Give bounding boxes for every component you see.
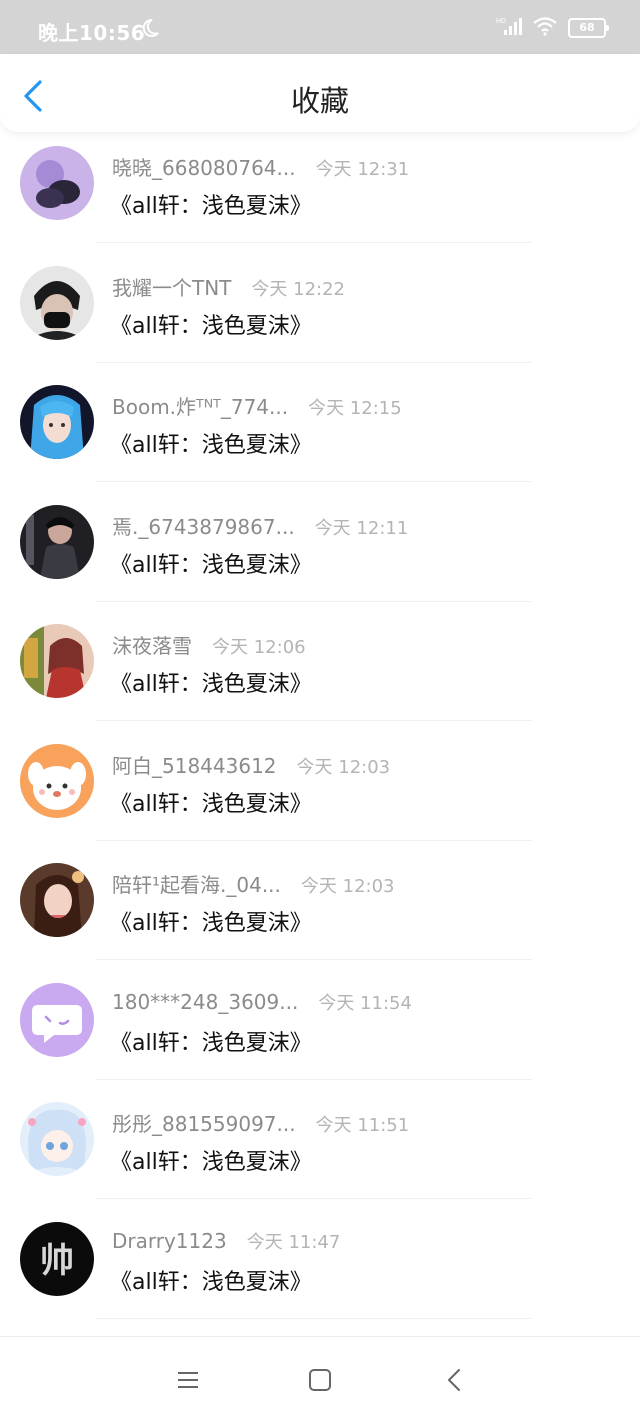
username[interactable]: 晓晓_668080764... (112, 152, 296, 181)
username[interactable]: 彤彤_881559097... (112, 1108, 296, 1137)
work-title[interactable]: 《all轩：浅色夏沫》 (110, 786, 312, 818)
list-item[interactable]: 彤彤_881559097... 今天 11:51 《all轩：浅色夏沫》 (0, 1088, 640, 1208)
timestamp: 今天 11:51 (315, 1115, 410, 1136)
moon-icon (140, 18, 160, 42)
list-item[interactable]: 阿白_518443612 今天 12:03 《all轩：浅色夏沫》 (0, 730, 640, 850)
divider (96, 1078, 532, 1080)
divider (96, 959, 532, 960)
avatar (20, 1102, 94, 1176)
username[interactable]: 180***248_3609... (112, 990, 298, 1014)
item-meta: 180***248_3609... 今天 11:54 (112, 989, 412, 1015)
page-title: 收藏 (290, 84, 349, 118)
item-meta: Boom.炸ᵀᴺᵀ_774... 今天 12:15 (112, 391, 402, 420)
list-item[interactable]: 晓晓_668080764... 今天 12:31 《all轩：浅色夏沫》 (0, 132, 640, 252)
divider (96, 361, 532, 363)
avatar (20, 863, 94, 937)
avatar (20, 385, 94, 459)
item-meta: 陪轩¹起看海._04... 今天 12:03 (112, 869, 395, 898)
divider (96, 242, 532, 243)
list-item[interactable]: 沫夜落雪 今天 12:06 《all轩：浅色夏沫》 (0, 610, 640, 730)
avatar (20, 504, 94, 579)
header: 收藏 (0, 54, 640, 132)
battery-indicator: 68 (568, 18, 609, 38)
item-meta: Drarry1123 今天 11:47 (112, 1228, 340, 1254)
username[interactable]: Boom.炸ᵀᴺᵀ_774... (112, 391, 288, 420)
divider (96, 720, 532, 721)
item-meta: 沫夜落雪 今天 12:06 (112, 630, 306, 659)
work-title[interactable]: 《all轩：浅色夏沫》 (110, 1264, 312, 1296)
work-title[interactable]: 《all轩：浅色夏沫》 (110, 547, 312, 579)
timestamp: 今天 12:03 (300, 876, 395, 897)
item-meta: 晓晓_668080764... 今天 12:31 (112, 152, 409, 181)
timestamp: 今天 12:15 (308, 398, 402, 419)
avatar: 帅 (20, 1221, 94, 1296)
back-triangle-icon (448, 1369, 460, 1391)
work-title[interactable]: 《all轩：浅色夏沫》 (110, 427, 312, 459)
menu-icon (178, 1372, 198, 1388)
divider (96, 600, 532, 602)
item-meta: 焉._6743879867... 今天 12:11 (112, 511, 408, 540)
svg-text:帅: 帅 (40, 1241, 74, 1281)
timestamp: 今天 12:31 (315, 159, 410, 180)
timestamp: 今天 11:54 (318, 992, 412, 1014)
list-item[interactable]: 我耀一个TNT 今天 12:22 《all轩：浅色夏沫》 (0, 252, 640, 372)
list-item[interactable]: 帅 Drarry1123 今天 11:47 《all轩：浅色夏沫》 (0, 1208, 640, 1328)
network-label: HD (496, 18, 506, 25)
status-time: 晚上10:56 (38, 21, 146, 45)
avatar (20, 146, 94, 220)
divider (96, 481, 532, 482)
work-title[interactable]: 《all轩：浅色夏沫》 (110, 188, 312, 220)
timestamp: 今天 11:47 (246, 1231, 341, 1253)
list-item[interactable]: Boom.炸ᵀᴺᵀ_774... 今天 12:15 《all轩：浅色夏沫》 (0, 371, 640, 491)
username[interactable]: Drarry1123 (112, 1229, 227, 1253)
divider (96, 1317, 532, 1319)
item-meta: 阿白_518443612 今天 12:03 (112, 750, 390, 779)
favorites-list: 晓晓_668080764... 今天 12:31 《all轩：浅色夏沫》 我耀一… (0, 132, 640, 1327)
status-icons: HD 68 (496, 16, 609, 40)
status-bar: 晚上10:56 HD 68 (0, 0, 640, 54)
list-item[interactable]: 180***248_3609... 今天 11:54 《all轩：浅色夏沫》 (0, 969, 640, 1089)
divider (96, 1198, 532, 1199)
username[interactable]: 陪轩¹起看海._04... (112, 869, 281, 898)
timestamp: 今天 12:22 (251, 278, 346, 300)
item-meta: 彤彤_881559097... 今天 11:51 (112, 1108, 409, 1137)
avatar (20, 624, 94, 698)
username[interactable]: 焉._6743879867... (112, 511, 295, 540)
list-item[interactable]: 焉._6743879867... 今天 12:11 《all轩：浅色夏沫》 (0, 491, 640, 611)
work-title[interactable]: 《all轩：浅色夏沫》 (110, 308, 312, 340)
avatar (20, 982, 94, 1057)
divider (96, 839, 532, 841)
signal-icon: HD (496, 16, 522, 40)
work-title[interactable]: 《all轩：浅色夏沫》 (110, 1144, 312, 1176)
system-nav-bar (0, 1336, 640, 1423)
home-square-icon (309, 1369, 331, 1391)
home-button[interactable] (305, 1365, 335, 1395)
avatar (20, 743, 94, 818)
timestamp: 今天 12:03 (296, 756, 391, 778)
username[interactable]: 沫夜落雪 (112, 630, 192, 659)
avatar (20, 265, 94, 340)
work-title[interactable]: 《all轩：浅色夏沫》 (110, 905, 312, 937)
menu-button[interactable] (173, 1365, 203, 1395)
work-title[interactable]: 《all轩：浅色夏沫》 (110, 1025, 312, 1057)
wifi-icon (532, 16, 558, 40)
system-back-button[interactable] (440, 1365, 470, 1395)
list-item[interactable]: 陪轩¹起看海._04... 今天 12:03 《all轩：浅色夏沫》 (0, 849, 640, 969)
work-title[interactable]: 《all轩：浅色夏沫》 (110, 666, 312, 698)
username[interactable]: 我耀一个TNT (112, 272, 231, 301)
timestamp: 今天 12:11 (314, 517, 409, 539)
timestamp: 今天 12:06 (212, 637, 306, 658)
username[interactable]: 阿白_518443612 (112, 750, 277, 779)
item-meta: 我耀一个TNT 今天 12:22 (112, 272, 345, 301)
